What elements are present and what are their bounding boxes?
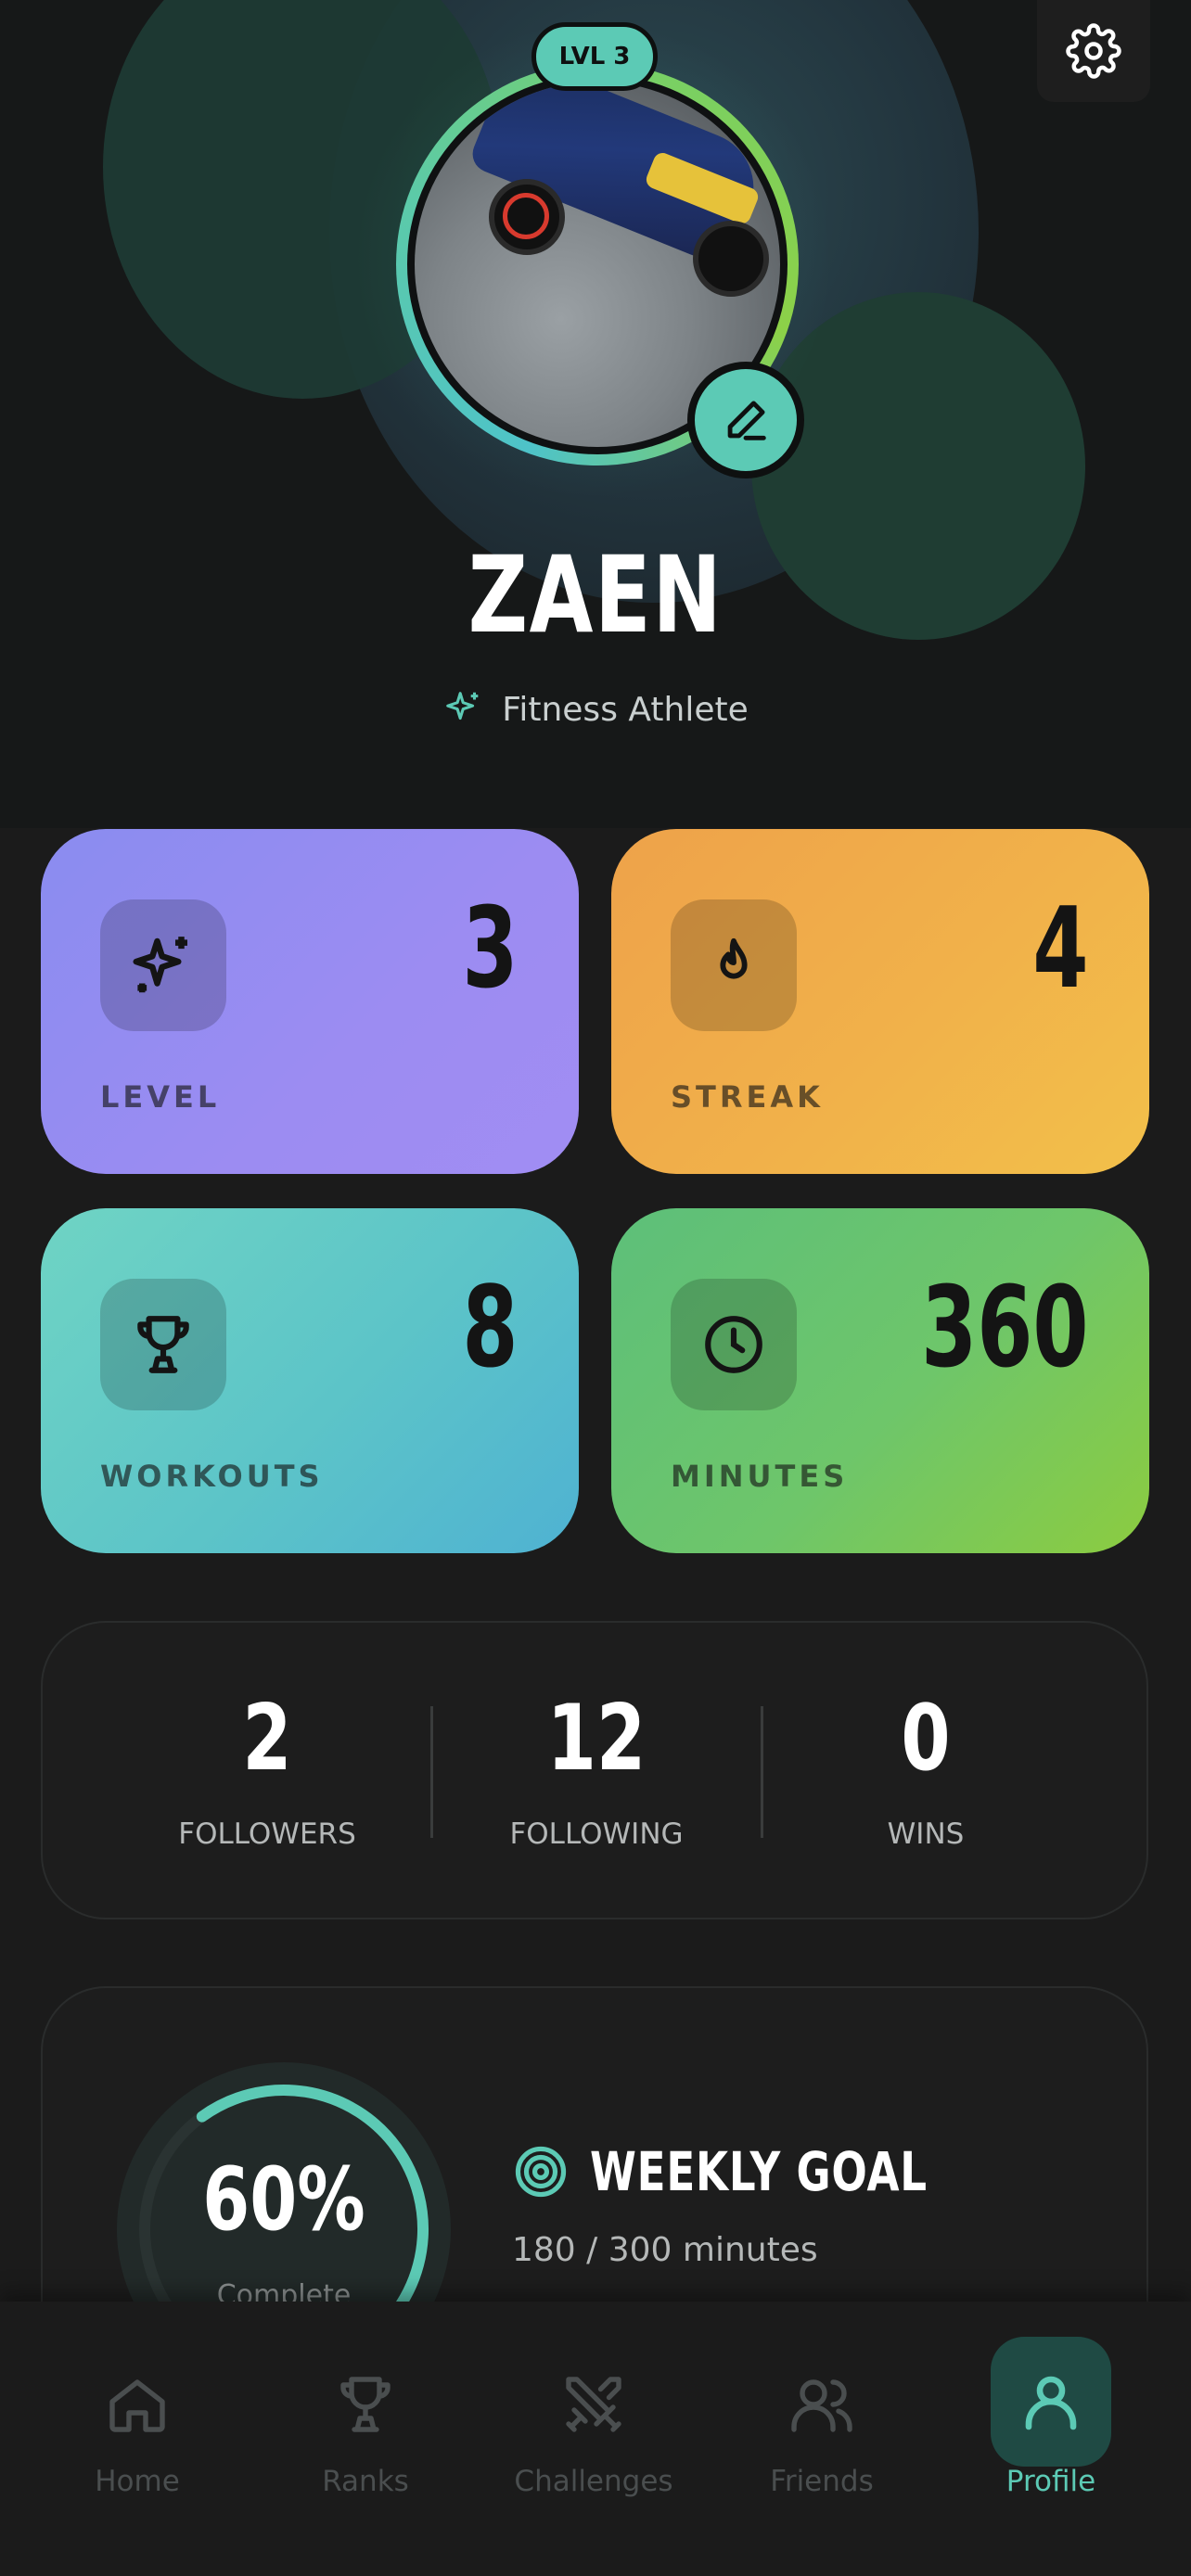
tab-label: Ranks (322, 2465, 409, 2498)
target-icon (515, 2146, 567, 2198)
stat-value: 360 (920, 1264, 1088, 1393)
tab-home[interactable]: Home (26, 2302, 249, 2576)
stat-label: LEVEL (100, 1079, 221, 1115)
goal-title-text: WEEKLY GOAL (590, 2140, 928, 2203)
pencil-icon (727, 401, 766, 440)
user-role: Fitness Athlete (0, 688, 1191, 731)
swords-icon (566, 2377, 621, 2432)
stat-card-workouts[interactable]: 8 WORKOUTS (41, 1208, 579, 1553)
following-count: 12 (546, 1686, 647, 1792)
stat-card-minutes[interactable]: 360 MINUTES (611, 1208, 1149, 1553)
level-badge: LVL 3 (531, 22, 658, 91)
goal-title: WEEKLY GOAL (512, 2140, 1022, 2203)
trophy-icon (340, 2377, 391, 2432)
stat-label: MINUTES (671, 1459, 849, 1494)
tab-ranks[interactable]: Ranks (254, 2302, 477, 2576)
wins-stat[interactable]: 0 WINS (759, 1623, 1093, 1918)
flame-icon (720, 937, 748, 979)
home-icon (109, 2379, 165, 2432)
tab-label: Home (95, 2465, 180, 2498)
stat-value: 4 (1031, 885, 1088, 1014)
goal-percent: 60% (202, 2149, 365, 2251)
following-label: FOLLOWING (509, 1817, 684, 1851)
stat-value: 8 (461, 1264, 518, 1393)
settings-button[interactable] (1037, 0, 1150, 102)
wins-label: WINS (887, 1817, 965, 1851)
tab-challenges[interactable]: Challenges (482, 2302, 705, 2576)
edit-avatar-button[interactable] (687, 362, 804, 478)
followers-stat[interactable]: 2 FOLLOWERS (100, 1623, 434, 1918)
followers-count: 2 (242, 1686, 292, 1792)
followers-label: FOLLOWERS (178, 1817, 356, 1851)
tab-profile[interactable]: Profile (940, 2302, 1162, 2576)
bottom-tab-bar: Home Ranks Challenges Friends Profile (0, 2302, 1191, 2576)
social-stats-panel: 2 FOLLOWERS 12 FOLLOWING 0 WINS (41, 1621, 1148, 1919)
tab-label: Profile (1005, 2465, 1096, 2498)
user-icon (1025, 2376, 1077, 2430)
tab-label: Challenges (514, 2465, 673, 2498)
sparkles-icon (446, 692, 479, 721)
stat-label: WORKOUTS (100, 1459, 324, 1494)
sparkles-icon (133, 937, 187, 993)
wins-count: 0 (901, 1686, 951, 1792)
user-role-label: Fitness Athlete (502, 690, 749, 729)
profile-header: LVL 3 ZAEN Fitness Athlete (0, 0, 1191, 828)
stat-value: 3 (461, 885, 518, 1014)
clock-icon (705, 1316, 762, 1373)
tab-label: Friends (770, 2465, 874, 2498)
users-icon (791, 2379, 852, 2432)
stat-label: STREAK (671, 1079, 824, 1115)
stat-card-streak[interactable]: 4 STREAK (611, 829, 1149, 1174)
following-stat[interactable]: 12 FOLLOWING (429, 1623, 763, 1918)
user-name: ZAEN (467, 533, 724, 657)
trophy-icon (137, 1316, 189, 1373)
stat-card-level[interactable]: 3 LEVEL (41, 829, 579, 1174)
gear-icon (1066, 23, 1121, 79)
goal-progress-text: 180 / 300 minutes (512, 2231, 818, 2269)
tab-friends[interactable]: Friends (711, 2302, 933, 2576)
